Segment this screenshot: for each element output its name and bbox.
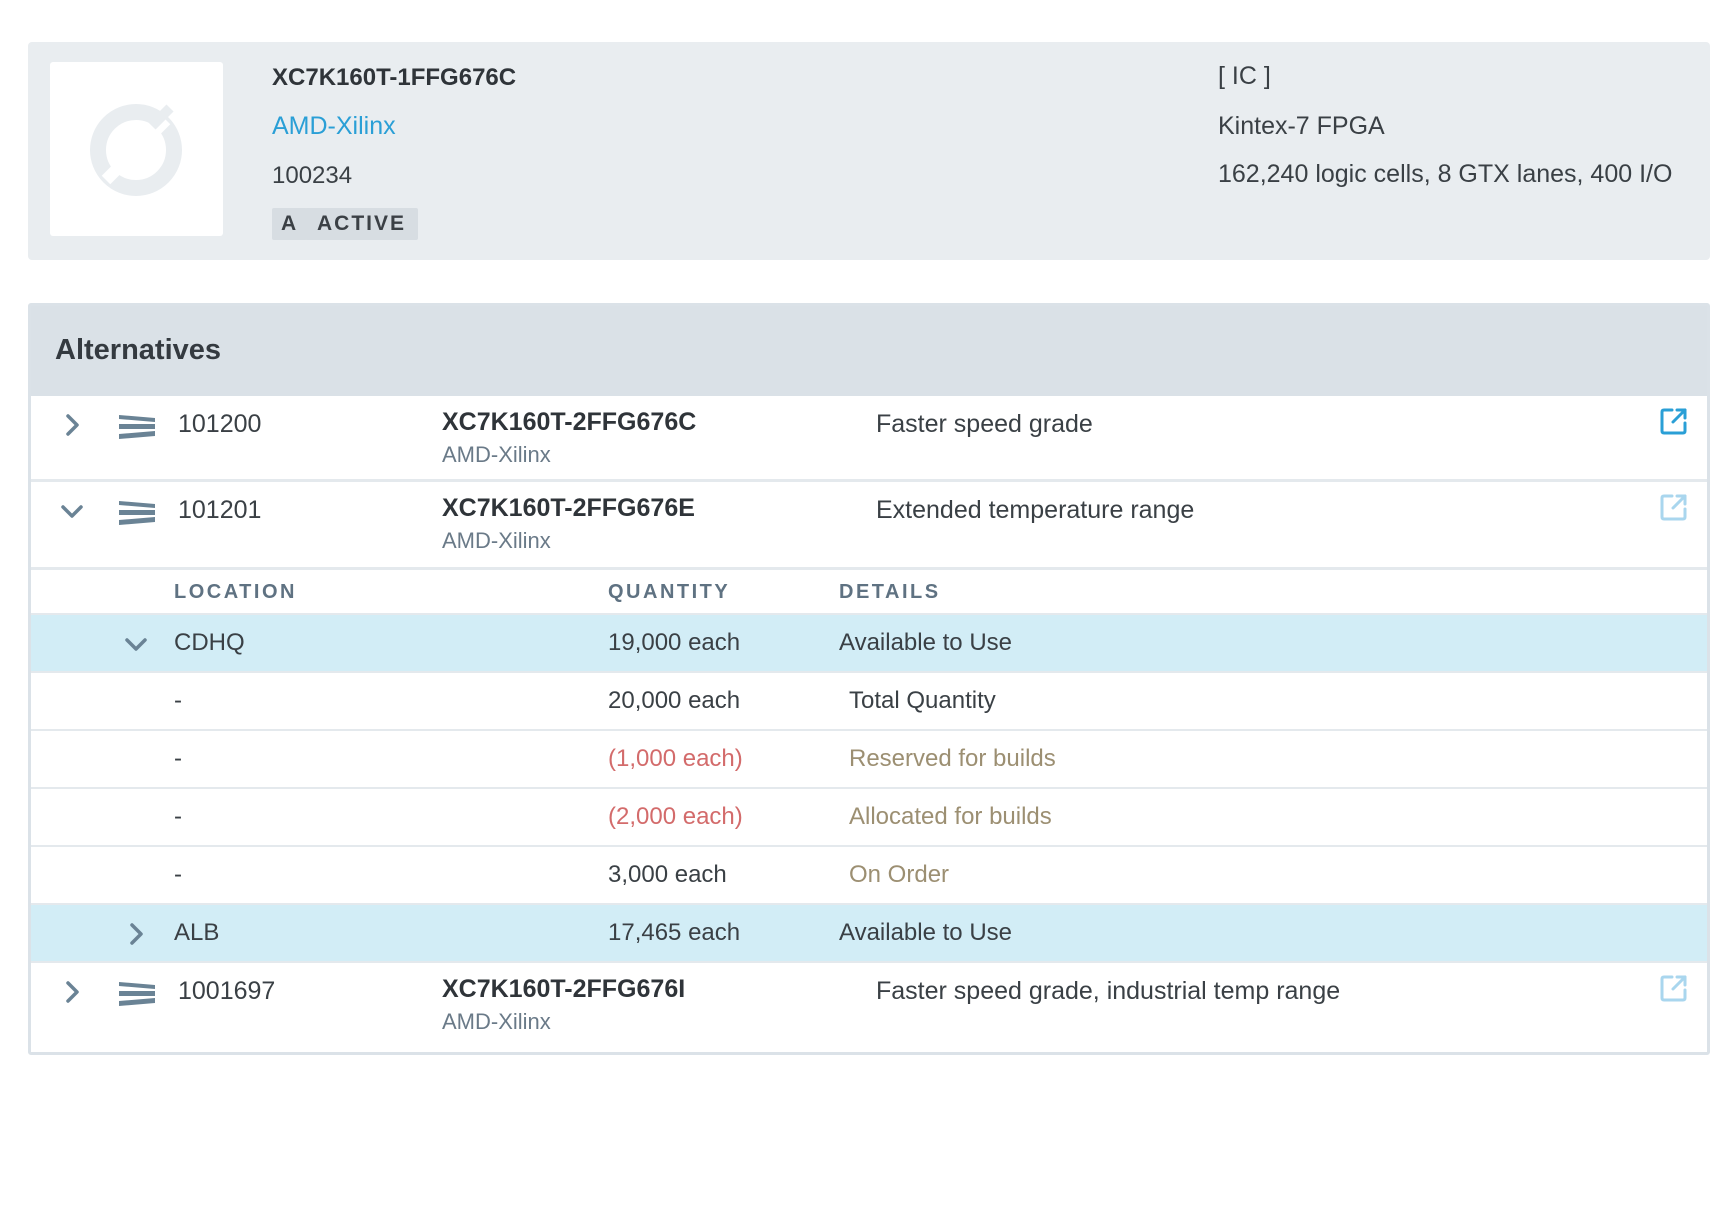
alternative-part-number[interactable]: XC7K160T-2FFG676C (442, 408, 696, 437)
breakdown-quantity: 3,000 each (608, 861, 727, 888)
alternative-part-number[interactable]: XC7K160T-2FFG676E (442, 494, 695, 523)
part-thumbnail (50, 62, 223, 236)
alternative-row: 101201 XC7K160T-2FFG676E AMD-Xilinx Exte… (31, 482, 1707, 570)
part-stack-icon (119, 501, 155, 525)
chevron-down-icon[interactable] (57, 496, 87, 526)
external-link-icon[interactable] (1659, 492, 1689, 522)
breakdown-location: - (174, 803, 182, 830)
breakdown-location: - (174, 861, 182, 888)
alternative-id: 1001697 (178, 977, 276, 1005)
breakdown-details: On Order (849, 861, 950, 888)
part-type: [ IC ] (1218, 62, 1271, 90)
location-name: CDHQ (174, 629, 245, 656)
inventory-breakdown-row: - (1,000 each) Reserved for builds (31, 731, 1707, 789)
inventory-breakdown-row: - 3,000 each On Order (31, 847, 1707, 905)
part-family: Kintex-7 FPGA (1218, 112, 1385, 140)
alternative-manufacturer: AMD-Xilinx (442, 1009, 551, 1034)
alternative-manufacturer: AMD-Xilinx (442, 442, 551, 467)
external-link-icon[interactable] (1659, 973, 1689, 1003)
breakdown-location: - (174, 687, 182, 714)
breakdown-details: Total Quantity (849, 687, 996, 714)
external-link-icon[interactable] (1659, 406, 1689, 436)
breakdown-details: Allocated for builds (849, 803, 1052, 830)
alternative-row: 101200 XC7K160T-2FFG676C AMD-Xilinx Fast… (31, 396, 1707, 482)
location-quantity: 19,000 each (608, 629, 741, 656)
part-stack-icon (119, 982, 155, 1006)
column-header-quantity: QUANTITY (608, 581, 731, 603)
location-name: ALB (174, 919, 220, 946)
part-manufacturer-link[interactable]: AMD-Xilinx (272, 112, 396, 141)
alternative-part-number[interactable]: XC7K160T-2FFG676I (442, 975, 685, 1004)
location-quantity: 17,465 each (608, 919, 741, 946)
part-id: 100234 (272, 162, 353, 189)
alternative-note: Extended temperature range (876, 496, 1195, 524)
breakdown-quantity: 20,000 each (608, 687, 741, 714)
breakdown-location: - (174, 745, 182, 772)
alternative-note: Faster speed grade, industrial temp rang… (876, 977, 1341, 1005)
part-stack-icon (119, 415, 155, 439)
breakdown-quantity: (1,000 each) (608, 745, 743, 772)
broken-image-icon (90, 104, 182, 196)
chevron-right-icon[interactable] (57, 977, 87, 1007)
inventory-breakdown-row: - (2,000 each) Allocated for builds (31, 789, 1707, 847)
column-header-details: DETAILS (839, 581, 941, 603)
alternatives-title: Alternatives (31, 306, 1707, 396)
breakdown-details: Reserved for builds (849, 745, 1056, 772)
status-badge: ACTIVE (305, 208, 419, 240)
breakdown-quantity: (2,000 each) (608, 803, 743, 830)
inventory-breakdown-row: - 20,000 each Total Quantity (31, 673, 1707, 731)
inventory-header: LOCATION QUANTITY DETAILS (31, 570, 1707, 615)
alternative-manufacturer: AMD-Xilinx (442, 528, 551, 553)
column-header-location: LOCATION (174, 581, 297, 603)
location-details: Available to Use (839, 629, 1012, 656)
inventory-location-row[interactable]: CDHQ 19,000 each Available to Use (31, 615, 1707, 673)
part-number: XC7K160T-1FFG676C (272, 64, 517, 91)
alternative-row: 1001697 XC7K160T-2FFG676I AMD-Xilinx Fas… (31, 963, 1707, 1051)
chevron-right-icon[interactable] (121, 919, 151, 949)
alternatives-panel: Alternatives 101200 XC7K160T-2FFG676C AM… (28, 303, 1710, 1055)
inventory-location-row[interactable]: ALB 17,465 each Available to Use (31, 905, 1707, 963)
chevron-down-icon[interactable] (121, 629, 151, 659)
alternative-id: 101200 (178, 410, 262, 438)
chevron-right-icon[interactable] (57, 410, 87, 440)
alternative-note: Faster speed grade (876, 410, 1093, 438)
alternative-id: 101201 (178, 496, 262, 524)
location-details: Available to Use (839, 919, 1012, 946)
revision-badge: A (272, 208, 308, 240)
part-specs: 162,240 logic cells, 8 GTX lanes, 400 I/… (1218, 160, 1673, 188)
part-header-card: XC7K160T-1FFG676C AMD-Xilinx 100234 A AC… (28, 42, 1710, 260)
